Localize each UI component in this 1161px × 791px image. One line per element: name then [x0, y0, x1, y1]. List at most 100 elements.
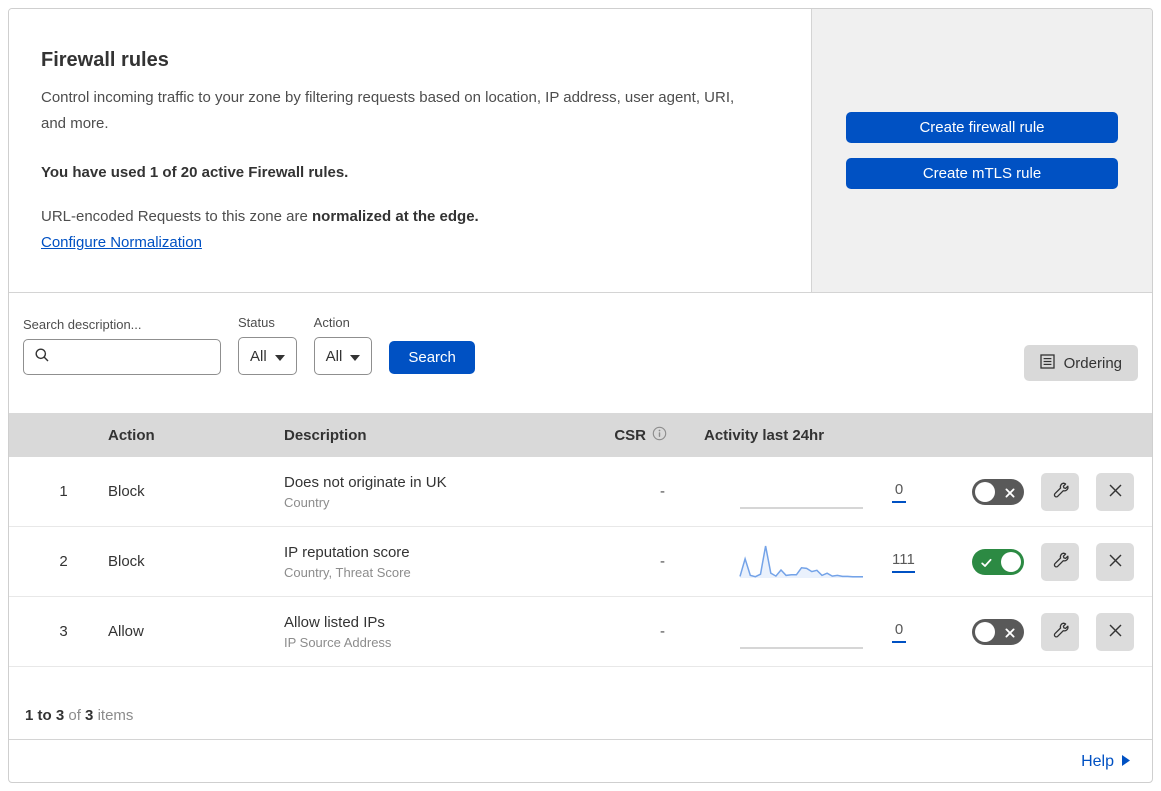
rule-description-cell: Allow listed IPs IP Source Address [269, 614, 589, 650]
search-input[interactable] [58, 348, 210, 366]
help-link-label: Help [1081, 753, 1114, 770]
column-header-csr-label: CSR [614, 426, 646, 444]
summary-range: 1 to 3 [25, 707, 65, 724]
create-firewall-rule-button[interactable]: Create firewall rule [846, 112, 1118, 143]
table-row: 2 Block IP reputation score Country, Thr… [9, 527, 1152, 597]
help-link[interactable]: Help [1081, 753, 1130, 771]
rule-controls [940, 472, 1152, 511]
toggle-knob [1001, 551, 1021, 572]
search-input-wrapper[interactable] [23, 339, 221, 375]
summary-total: 3 [85, 707, 94, 724]
ordering-button-label: Ordering [1063, 354, 1122, 372]
delete-rule-button[interactable] [1096, 612, 1134, 651]
rule-description: Allow listed IPs [284, 613, 385, 631]
summary-items: items [97, 707, 134, 724]
chevron-down-icon [350, 348, 361, 365]
activity-sparkline [740, 506, 863, 509]
table-row: 3 Allow Allow listed IPs IP Source Addre… [9, 597, 1152, 667]
search-button[interactable]: Search [389, 341, 475, 374]
usage-summary: You have used 1 of 20 active Firewall ru… [41, 163, 349, 181]
edit-rule-button[interactable] [1041, 612, 1079, 651]
ordering-list-icon [1039, 353, 1055, 373]
close-icon [1107, 482, 1124, 502]
rule-enabled-toggle[interactable] [972, 548, 1024, 575]
rule-priority: 1 [59, 483, 68, 500]
rule-csr: - [660, 553, 665, 570]
activity-count-link[interactable]: 0 [892, 621, 906, 643]
firewall-rules-card: Firewall rules Control incoming traffic … [8, 8, 1153, 783]
action-dropdown[interactable]: All [313, 337, 373, 375]
status-label: Status [238, 315, 275, 330]
chevron-down-icon [274, 348, 285, 365]
toggle-knob [975, 481, 995, 502]
ordering-button[interactable]: Ordering [1023, 345, 1138, 381]
search-icon [34, 347, 50, 368]
toggle-check-icon [980, 556, 993, 573]
normalization-note: URL-encoded Requests to this zone are no… [41, 208, 779, 225]
rule-description-cell: IP reputation score Country, Threat Scor… [269, 544, 589, 580]
rule-action: Block [108, 553, 145, 570]
normalization-note-bold: normalized at the edge. [312, 207, 479, 225]
rule-fields: IP Source Address [284, 634, 392, 650]
pagination-summary: 1 to 3 of 3 items [9, 667, 1152, 740]
table-header: Action Description CSR Activity last 24h… [9, 413, 1152, 457]
rule-activity-cell: 111 [679, 543, 940, 581]
rule-enabled-toggle[interactable] [972, 618, 1024, 645]
toggle-knob [975, 621, 995, 642]
column-header-csr: CSR [589, 426, 679, 445]
rule-fields: Country, Threat Score [284, 564, 411, 580]
page-description: Control incoming traffic to your zone by… [41, 89, 735, 133]
action-dropdown-value: All [325, 347, 343, 365]
table-body: 1 Block Does not originate in UK Country… [9, 457, 1152, 667]
rule-description-cell: Does not originate in UK Country [269, 474, 589, 510]
wrench-icon [1050, 480, 1070, 503]
edit-rule-button[interactable] [1041, 472, 1079, 511]
filter-bar: Search description... Status All Action [9, 293, 1152, 413]
actions-panel: Create firewall rule Create mTLS rule [812, 9, 1152, 292]
wrench-icon [1050, 620, 1070, 643]
activity-count-link[interactable]: 111 [892, 551, 915, 573]
edit-rule-button[interactable] [1041, 542, 1079, 581]
table-row: 1 Block Does not originate in UK Country… [9, 457, 1152, 527]
rule-csr: - [660, 623, 665, 640]
rule-description: Does not originate in UK [284, 473, 447, 491]
summary-of: of [68, 707, 81, 724]
page-title: Firewall rules [41, 49, 169, 71]
toggle-x-icon [1004, 486, 1016, 503]
toggle-x-icon [1004, 626, 1016, 643]
rule-enabled-toggle[interactable] [972, 478, 1024, 505]
close-icon [1107, 552, 1124, 572]
create-mtls-rule-button[interactable]: Create mTLS rule [846, 158, 1118, 189]
arrow-right-icon [1122, 753, 1130, 771]
rule-activity-cell: 0 [679, 613, 940, 651]
header-section: Firewall rules Control incoming traffic … [9, 9, 1152, 293]
activity-count-link[interactable]: 0 [892, 481, 906, 503]
rule-action: Allow [108, 623, 144, 640]
wrench-icon [1050, 550, 1070, 573]
column-header-activity: Activity last 24hr [704, 426, 825, 444]
rule-description: IP reputation score [284, 543, 410, 561]
rule-activity-cell: 0 [679, 473, 940, 511]
activity-sparkline [739, 545, 863, 578]
column-header-description: Description [284, 426, 367, 444]
action-label: Action [313, 315, 350, 330]
normalization-note-text: URL-encoded Requests to this zone are [41, 207, 312, 225]
rule-controls [940, 612, 1152, 651]
column-header-action: Action [108, 426, 155, 444]
rule-csr: - [660, 483, 665, 500]
rule-controls [940, 542, 1152, 581]
status-dropdown[interactable]: All [238, 337, 297, 375]
delete-rule-button[interactable] [1096, 472, 1134, 511]
delete-rule-button[interactable] [1096, 542, 1134, 581]
help-row: Help [9, 740, 1152, 782]
search-label: Search description... [23, 317, 142, 332]
configure-normalization-link[interactable]: Configure Normalization [41, 234, 202, 251]
rule-priority: 2 [59, 553, 68, 570]
rule-priority: 3 [59, 623, 68, 640]
rule-action: Block [108, 483, 145, 500]
rule-fields: Country [284, 494, 330, 510]
header-text-panel: Firewall rules Control incoming traffic … [9, 9, 812, 292]
activity-sparkline [740, 646, 863, 649]
info-icon[interactable] [652, 426, 667, 445]
close-icon [1107, 622, 1124, 642]
